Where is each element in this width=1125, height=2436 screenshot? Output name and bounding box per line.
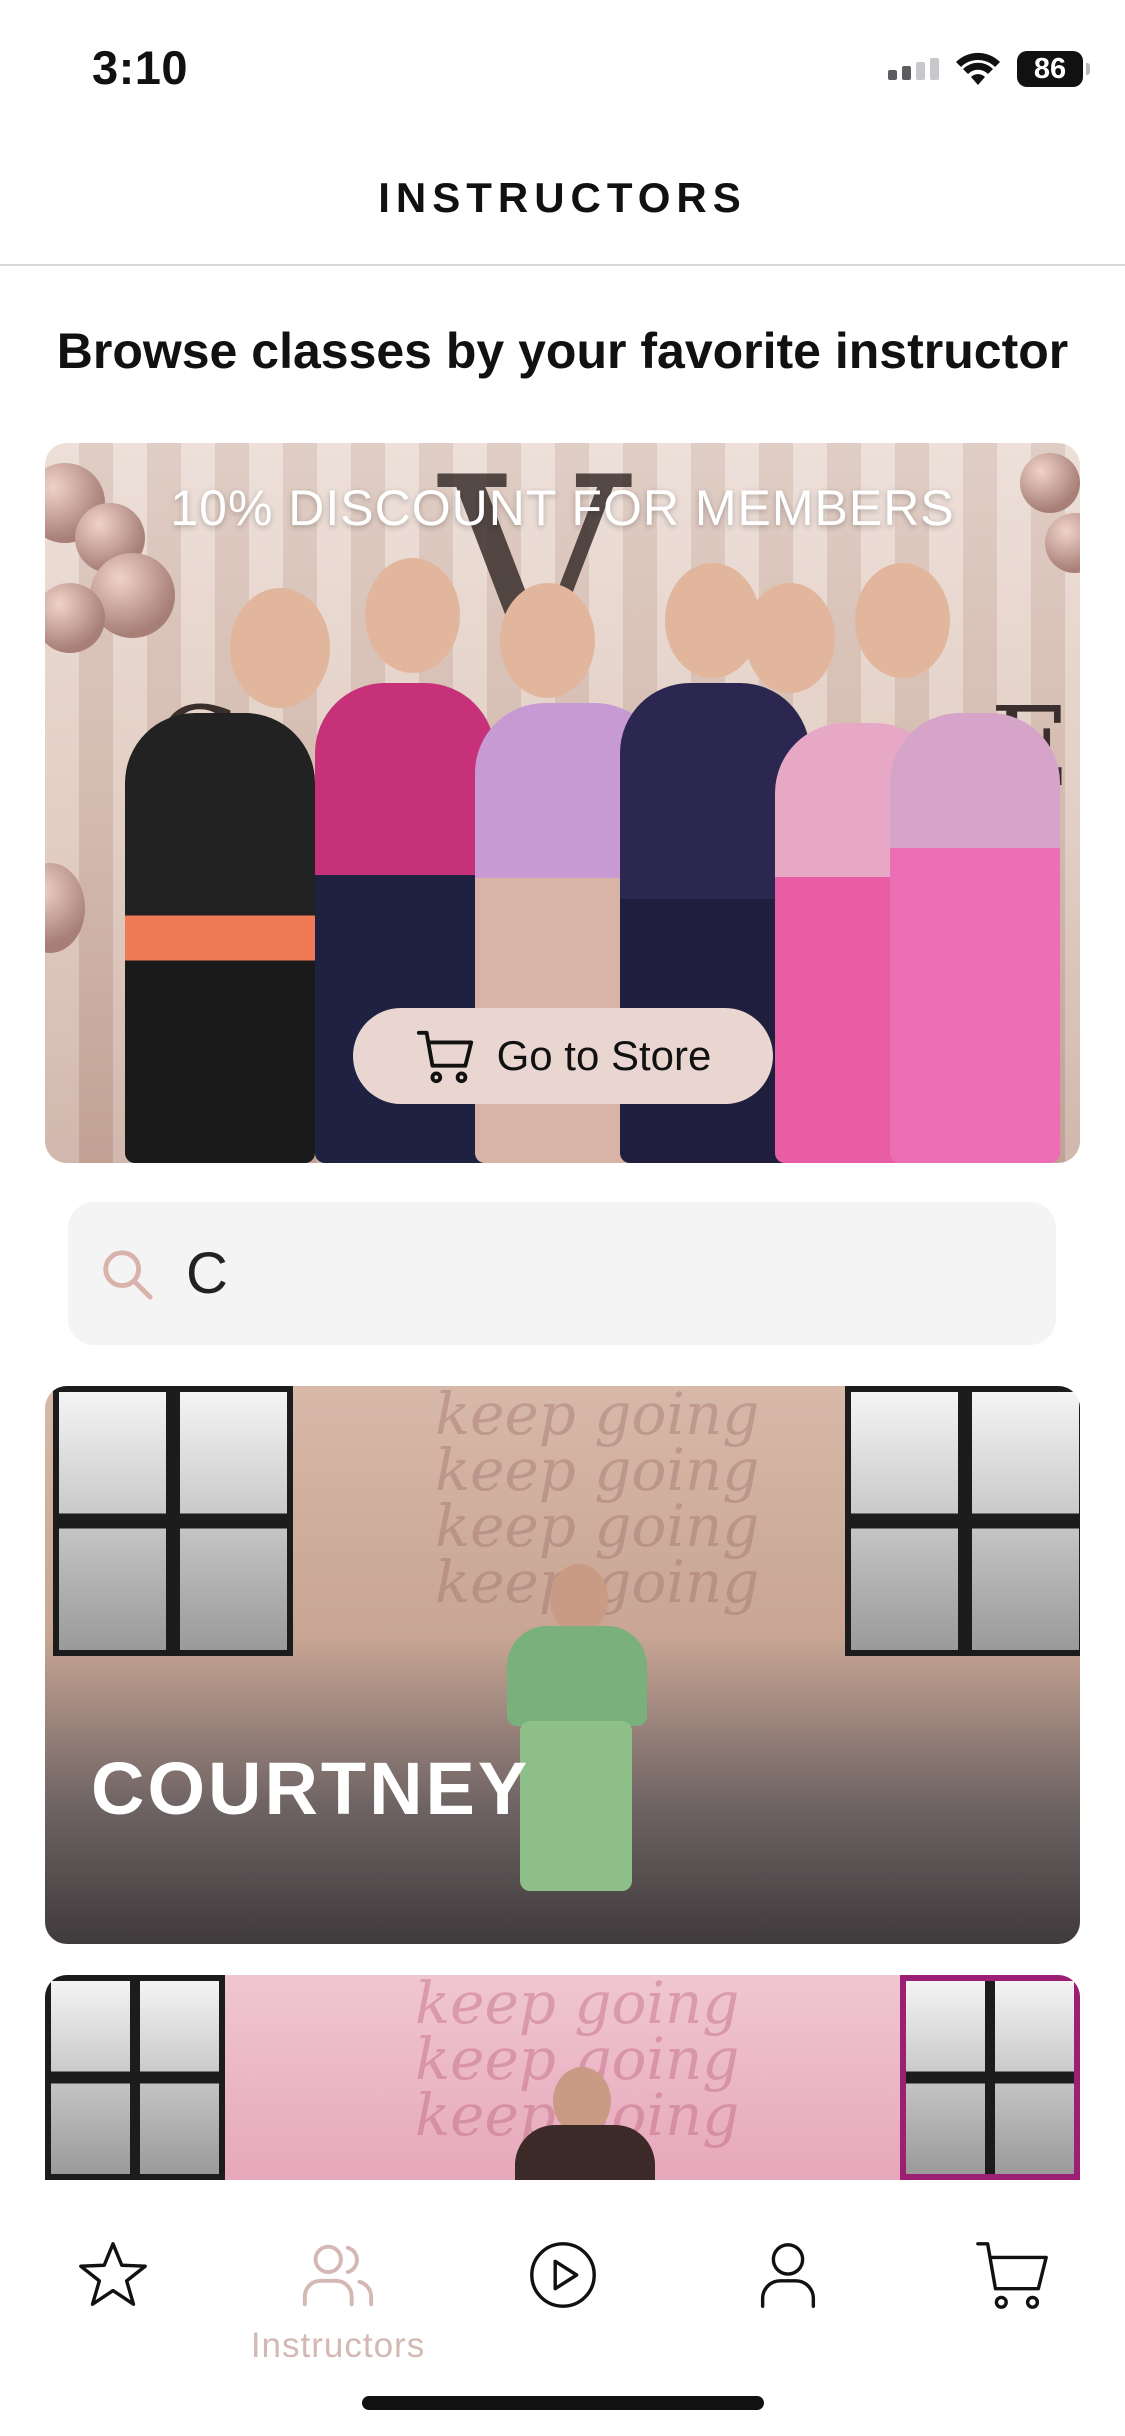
play-circle-icon [530,2242,596,2308]
instructor-photo [507,1626,647,1726]
instructor-photo [520,1721,632,1891]
cellular-signal-icon [888,58,939,80]
studio-window-image [845,1386,1080,1656]
home-indicator[interactable] [362,2396,764,2410]
promo-text: 10% DISCOUNT FOR MEMBERS [170,480,955,536]
page-heading: Browse classes by your favorite instruct… [56,323,1069,379]
page-title: INSTRUCTORS [378,174,747,221]
instructor-group-photo [855,563,950,678]
battery-icon: 86 [1017,51,1090,87]
instructor-card[interactable]: keep going keep going keep going [45,1975,1080,2180]
nav-header: INSTRUCTORS [0,150,1125,266]
studio-window-image [45,1975,225,2180]
tab-instructors-label: Instructors [250,2326,426,2365]
search-icon [103,1249,153,1300]
instructor-name: COURTNEY [91,1747,531,1830]
status-bar: 3:10 86 [0,0,1125,132]
wifi-icon [956,52,1000,85]
profile-icon [760,2243,816,2308]
status-indicators: 86 [888,48,1090,90]
instructor-card[interactable]: keep going keep going keep going keep going… [45,1386,1080,1944]
instructor-group-photo [365,558,460,673]
instructor-group-photo [665,563,760,678]
instructor-group-photo [500,583,595,698]
tab-videos[interactable] [483,2236,643,2314]
studio-window-image [53,1386,293,1656]
instructor-group-photo [230,588,330,708]
instructor-photo [515,2125,655,2180]
search-input[interactable] [186,1240,1006,1307]
tab-profile[interactable] [708,2236,868,2314]
cart-icon [976,2242,1048,2309]
go-to-store-button[interactable]: Go to Store [353,1008,773,1104]
tab-cart[interactable] [933,2236,1093,2314]
instructor-photo [550,1564,608,1634]
cart-icon [416,1030,473,1084]
tab-instructors[interactable]: Instructors [251,2236,424,2366]
instructor-group-photo [745,583,835,693]
star-icon [79,2242,147,2306]
promo-banner[interactable]: V C E 10% DISCOUNT FOR MEMBERS Go to Sto… [45,443,1080,1163]
tab-favorites[interactable] [33,2236,193,2314]
studio-window-image [900,1975,1080,2180]
users-icon [302,2244,374,2307]
status-time: 3:10 [92,41,189,94]
search-bar[interactable] [68,1202,1056,1345]
instructor-group-photo [125,713,315,1163]
instructor-group-photo [890,713,1060,1163]
go-to-store-label: Go to Store [496,1032,712,1079]
